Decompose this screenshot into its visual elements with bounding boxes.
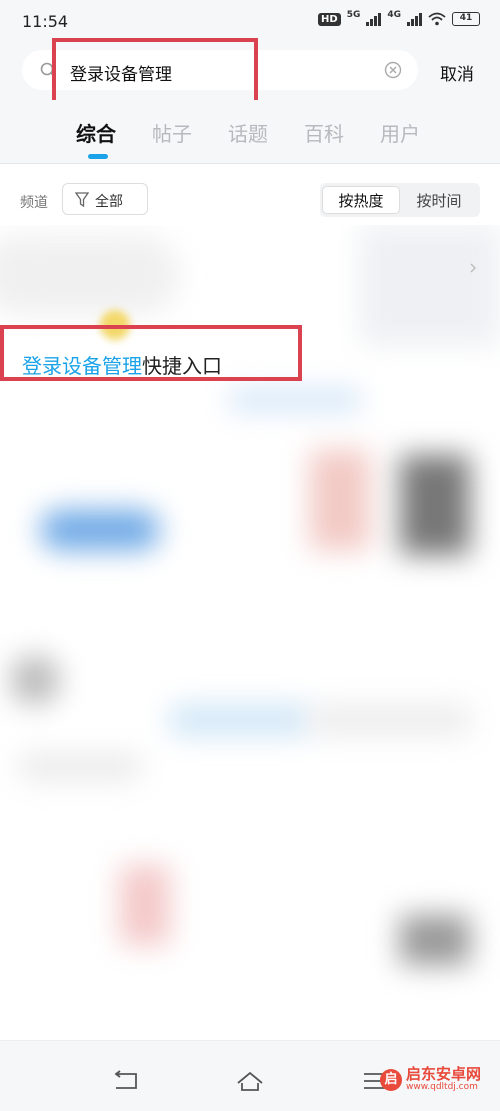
search-input[interactable]: 登录设备管理 [22,50,418,90]
blurred-region [400,455,470,555]
blurred-region [310,450,370,550]
tab-indicator [88,154,108,159]
blurred-region [100,310,130,340]
results-list: 登录设备管理快捷入口 [0,225,500,1030]
clear-icon[interactable] [384,61,402,79]
filter-row: 频道 全部 按热度 按时间 [0,175,500,225]
blurred-region [170,705,310,735]
home-icon[interactable] [235,1069,265,1093]
tab-topics[interactable]: 话题 [228,118,268,147]
battery-icon: 41 [452,12,480,26]
blurred-region [310,705,470,735]
sort-hot-button[interactable]: 按热度 [322,186,400,214]
status-bar: 11:54 HD 5G 4G 41 [0,0,500,40]
channel-label: 频道 [20,195,48,211]
status-time: 11:54 [22,12,69,31]
search-query: 登录设备管理 [70,65,172,85]
blurred-region [0,235,180,315]
blurred-region [20,755,140,779]
search-icon [40,62,56,78]
watermark-url: www.qdltdj.com [406,1082,478,1092]
blurred-region [230,390,360,410]
cancel-button[interactable]: 取消 [440,60,474,85]
sort-toggle: 按热度 按时间 [320,183,480,217]
net-4g-label: 4G [387,10,401,20]
channel-value: 全部 [95,194,123,210]
signal-5g-icon [366,12,382,26]
blurred-region [400,915,470,965]
tab-all[interactable]: 综合 [76,118,116,147]
sort-time-button[interactable]: 按时间 [400,186,478,214]
channel-dropdown[interactable]: 全部 [62,183,148,215]
watermark-text: 启东安卓网 www.qdltdj.com [406,1066,481,1093]
blurred-region [10,655,60,705]
status-icons: HD 5G 4G 41 [318,10,480,26]
tab-users[interactable]: 用户 [380,118,420,147]
back-icon[interactable] [110,1069,140,1093]
signal-4g-icon [407,12,422,26]
watermark-logo-icon: 启 [380,1068,402,1091]
chevron-right-icon [470,263,476,273]
blurred-region [360,225,500,345]
hd-icon: HD [318,12,341,26]
search-tabs: 综合 帖子 话题 百科 用户 [0,100,500,164]
watermark-name: 启东安卓网 [406,1065,482,1083]
search-bar: 登录设备管理 取消 [0,40,500,100]
watermark-logo: 启 启东安卓网 www.qdltdj.com [380,1066,481,1093]
net-5g-label: 5G [346,10,361,20]
result-title-rest: 快捷入口 [142,354,222,378]
tab-posts[interactable]: 帖子 [152,118,192,147]
blurred-region [40,510,160,550]
tab-wiki[interactable]: 百科 [304,118,344,147]
blurred-region [120,865,170,945]
result-title[interactable]: 登录设备管理快捷入口 [22,350,222,379]
result-title-keyword: 登录设备管理 [22,354,142,378]
wifi-icon [428,12,446,26]
funnel-icon [75,192,89,208]
